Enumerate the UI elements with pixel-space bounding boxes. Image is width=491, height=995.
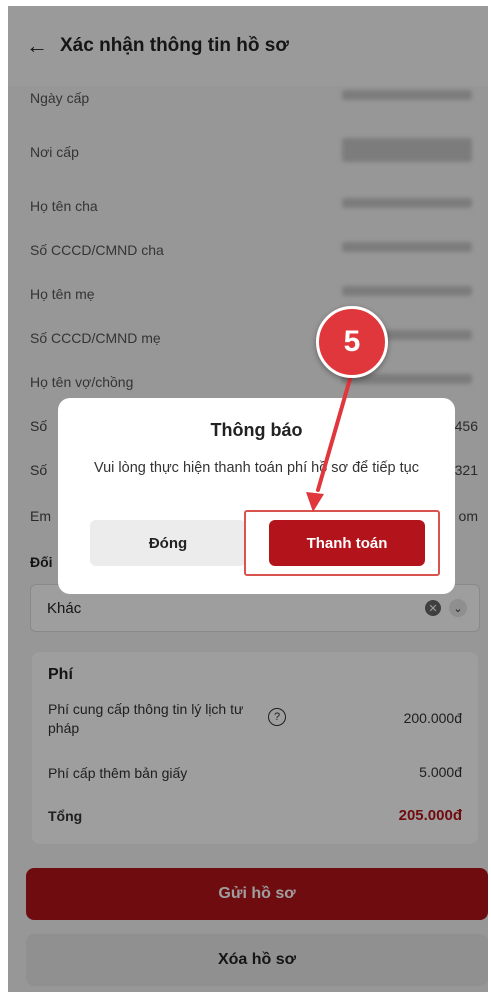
step-number-badge: 5: [316, 306, 388, 378]
app-screen: ← Xác nhận thông tin hồ sơ Ngày cấp Nơi …: [8, 6, 488, 992]
dialog-title: Thông báo: [210, 420, 303, 440]
close-button[interactable]: Đóng: [90, 520, 246, 566]
notification-dialog: Thông báo Vui lòng thực hiện thanh toán …: [58, 398, 455, 594]
pay-button[interactable]: Thanh toán: [269, 520, 425, 566]
dialog-message: Vui lòng thực hiện thanh toán phí hồ sơ …: [93, 460, 419, 476]
